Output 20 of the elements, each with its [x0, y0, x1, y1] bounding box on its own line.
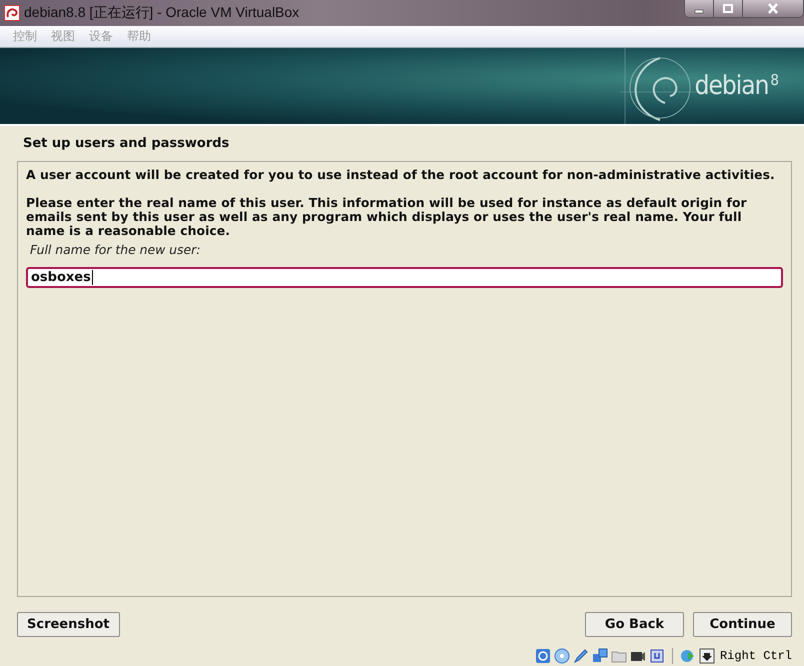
pen-icon[interactable]	[572, 648, 589, 664]
full-name-field[interactable]: osboxes	[26, 267, 783, 288]
screenshot-button[interactable]: Screenshot	[17, 612, 120, 637]
close-icon	[767, 3, 779, 14]
maximize-button[interactable]	[714, 0, 743, 17]
network-icon[interactable]	[592, 648, 608, 664]
minimize-button[interactable]	[685, 0, 714, 17]
host-key-label: Right Ctrl	[720, 648, 792, 662]
step-heading: Set up users and passwords	[22, 135, 230, 153]
app-icon	[4, 5, 20, 21]
field-label: Full name for the new user:	[30, 242, 202, 257]
window-title: debian8.8 [正在运行] - Oracle VM VirtualBox	[24, 4, 300, 22]
nav-button[interactable]: Go Back	[585, 612, 684, 637]
info-paragraph: Please enter the real name of this user. This information will be used for instance as default origin for emails sent by this user as well as any program which displays or uses the user's real name. Your full name is a reasonable choice.	[26, 196, 748, 238]
info-paragraph: A user account will be created for you to use instead of the root account for non-administrative activities.	[26, 168, 776, 182]
maximize-icon	[723, 4, 733, 14]
nav-button[interactable]: Continue	[693, 612, 792, 637]
cd-icon[interactable]	[554, 648, 570, 664]
close-button[interactable]	[743, 0, 803, 17]
chip-icon[interactable]	[648, 648, 665, 664]
